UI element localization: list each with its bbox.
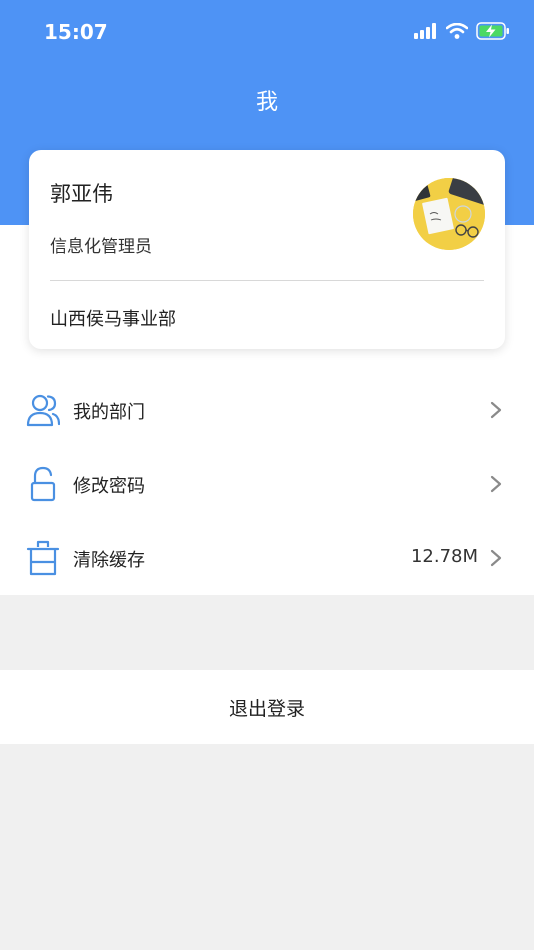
user-department: 山西侯马事业部 [50, 309, 176, 330]
menu-item-clear-cache[interactable]: 清除缓存 12.78M [0, 521, 534, 595]
user-role: 信息化管理员 [50, 237, 152, 257]
status-time: 15:07 [44, 20, 108, 44]
status-icons [414, 22, 510, 40]
status-bar: 15:07 [0, 0, 534, 66]
cache-size: 12.78M [410, 546, 478, 567]
menu-item-my-department[interactable]: 我的部门 [0, 373, 534, 447]
menu-label-my-department: 我的部门 [73, 402, 145, 423]
user-name: 郭亚伟 [50, 182, 113, 206]
menu-label-clear-cache: 清除缓存 [73, 550, 145, 571]
battery-charging-icon [476, 22, 509, 40]
signal-icon [414, 23, 436, 39]
chevron-right-icon [490, 475, 502, 493]
profile-card[interactable]: 郭亚伟 信息化管理员 山西侯马事业部 [29, 150, 505, 349]
card-divider [50, 280, 484, 281]
chevron-right-icon [490, 401, 502, 419]
menu-item-change-password[interactable]: 修改密码 [0, 447, 534, 521]
chevron-right-icon [490, 549, 502, 567]
logout-button[interactable]: 退出登录 [0, 670, 534, 744]
menu-label-change-password: 修改密码 [73, 476, 145, 497]
logout-label: 退出登录 [228, 697, 305, 720]
wifi-icon [446, 23, 468, 39]
page-title: 我 [255, 90, 278, 115]
users-icon [26, 394, 60, 427]
trash-icon [26, 540, 60, 576]
avatar[interactable] [413, 178, 485, 250]
lock-open-icon [30, 466, 56, 502]
